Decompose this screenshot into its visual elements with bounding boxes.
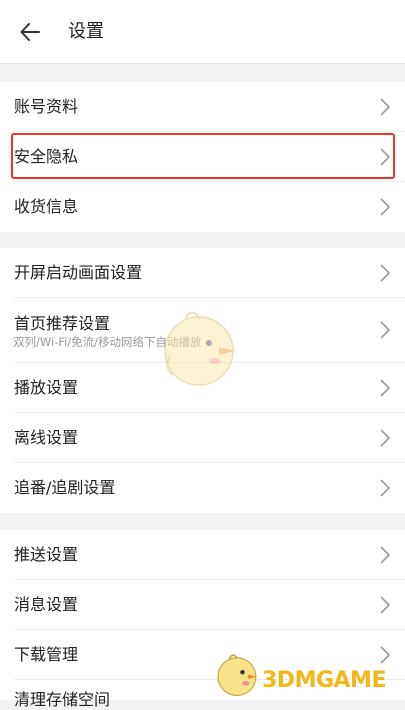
settings-item-shipping-info[interactable]: 收货信息	[0, 182, 405, 232]
settings-item-offline[interactable]: 离线设置	[0, 413, 405, 463]
settings-item-playback[interactable]: 播放设置	[0, 363, 405, 413]
settings-item-downloads[interactable]: 下载管理	[0, 630, 405, 680]
settings-item-label: 安全隐私	[14, 147, 79, 166]
chevron-right-icon	[380, 148, 391, 166]
settings-item-label: 开屏启动画面设置	[14, 263, 143, 282]
arrow-left-icon	[20, 23, 40, 41]
settings-group-playback: 开屏启动画面设置 首页推荐设置 双列/Wi-Fi/免流/移动网络下自动播放 播放…	[0, 248, 405, 513]
chevron-right-icon	[380, 479, 391, 497]
settings-item-label: 账号资料	[14, 97, 79, 116]
settings-group-notifications: 推送设置 消息设置 下载管理 清理存储空间	[0, 530, 405, 709]
settings-item-label: 清理存储空间	[14, 690, 111, 709]
settings-item-label: 离线设置	[14, 428, 79, 447]
chevron-right-icon	[380, 379, 391, 397]
settings-item-label: 下载管理	[14, 645, 79, 664]
settings-item-label: 首页推荐设置	[14, 314, 111, 333]
chevron-right-icon	[380, 98, 391, 116]
settings-item-label: 播放设置	[14, 378, 79, 397]
settings-item-follow-series[interactable]: 追番/追剧设置	[0, 463, 405, 513]
back-button[interactable]	[10, 14, 50, 50]
settings-item-label: 收货信息	[14, 197, 79, 216]
top-bar: 设置	[0, 0, 405, 64]
settings-item-security-privacy[interactable]: 安全隐私	[0, 132, 405, 182]
settings-group-account: 账号资料 安全隐私 收货信息	[0, 82, 405, 232]
page-title: 设置	[68, 21, 104, 42]
chevron-right-icon	[380, 321, 391, 339]
settings-item-push[interactable]: 推送设置	[0, 530, 405, 580]
settings-item-messages[interactable]: 消息设置	[0, 580, 405, 630]
settings-item-label: 推送设置	[14, 545, 79, 564]
chevron-right-icon	[380, 646, 391, 664]
settings-item-label: 消息设置	[14, 595, 79, 614]
chevron-right-icon	[380, 596, 391, 614]
chevron-right-icon	[380, 429, 391, 447]
settings-item-description: 双列/Wi-Fi/免流/移动网络下自动播放	[13, 335, 202, 349]
settings-item-account-profile[interactable]: 账号资料	[0, 82, 405, 132]
settings-item-clear-storage[interactable]: 清理存储空间	[0, 680, 405, 709]
settings-item-home-recommend[interactable]: 首页推荐设置 双列/Wi-Fi/免流/移动网络下自动播放	[0, 298, 405, 363]
settings-item-splash-screen[interactable]: 开屏启动画面设置	[0, 248, 405, 298]
settings-item-label: 追番/追剧设置	[14, 478, 116, 497]
chevron-right-icon	[380, 264, 391, 282]
chevron-right-icon	[380, 198, 391, 216]
chevron-right-icon	[380, 546, 391, 564]
